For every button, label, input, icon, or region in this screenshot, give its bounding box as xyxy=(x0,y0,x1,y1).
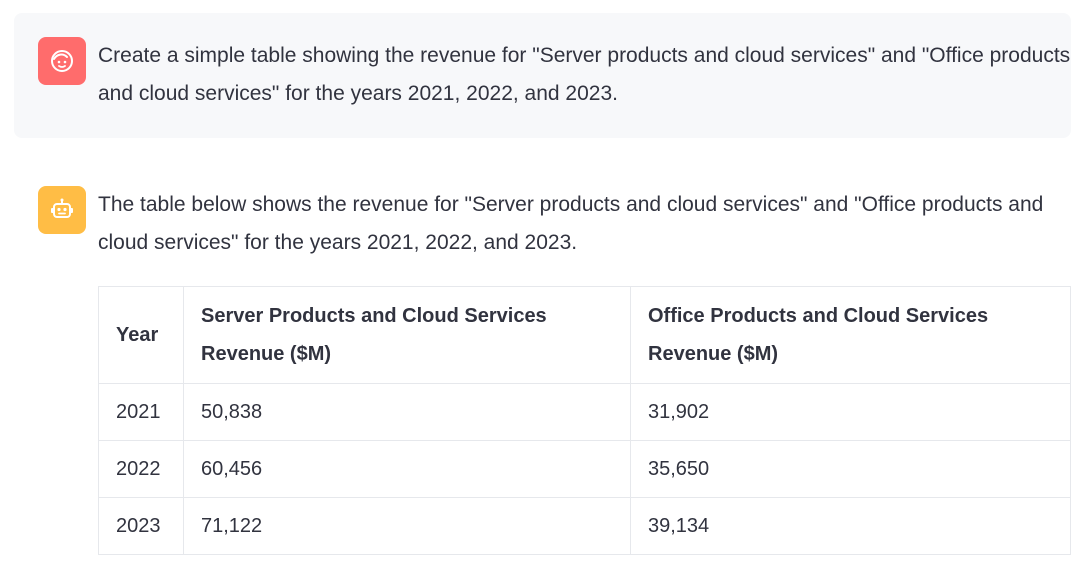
robot-icon xyxy=(51,198,73,218)
chat-container: Create a simple table showing the revenu… xyxy=(0,0,1076,574)
revenue-table: Year Server Products and Cloud Services … xyxy=(98,286,1071,555)
cell-server-revenue: 50,838 xyxy=(183,383,631,441)
cell-year: 2021 xyxy=(98,383,184,441)
cell-year: 2023 xyxy=(98,497,184,555)
cell-office-revenue: 39,134 xyxy=(630,497,1071,555)
table-row: 2021 50,838 31,902 xyxy=(98,383,1071,441)
cell-office-revenue: 35,650 xyxy=(630,440,1071,498)
user-face-icon xyxy=(51,50,73,72)
table-row: 2022 60,456 35,650 xyxy=(98,440,1071,498)
user-message: Create a simple table showing the revenu… xyxy=(14,13,1071,138)
cell-year: 2022 xyxy=(98,440,184,498)
header-year: Year xyxy=(98,286,184,384)
user-avatar xyxy=(38,37,86,85)
assistant-message-text: The table below shows the revenue for "S… xyxy=(98,193,1044,254)
header-office-revenue: Office Products and Cloud Services Reven… xyxy=(630,286,1071,384)
table-header-row: Year Server Products and Cloud Services … xyxy=(98,286,1071,384)
assistant-avatar xyxy=(38,186,86,234)
cell-office-revenue: 31,902 xyxy=(630,383,1071,441)
assistant-message: The table below shows the revenue for "S… xyxy=(14,172,1071,562)
user-message-text: Create a simple table showing the revenu… xyxy=(98,44,1071,105)
cell-server-revenue: 60,456 xyxy=(183,440,631,498)
cell-server-revenue: 71,122 xyxy=(183,497,631,555)
header-server-revenue: Server Products and Cloud Services Reven… xyxy=(183,286,631,384)
table-row: 2023 71,122 39,134 xyxy=(98,497,1071,555)
